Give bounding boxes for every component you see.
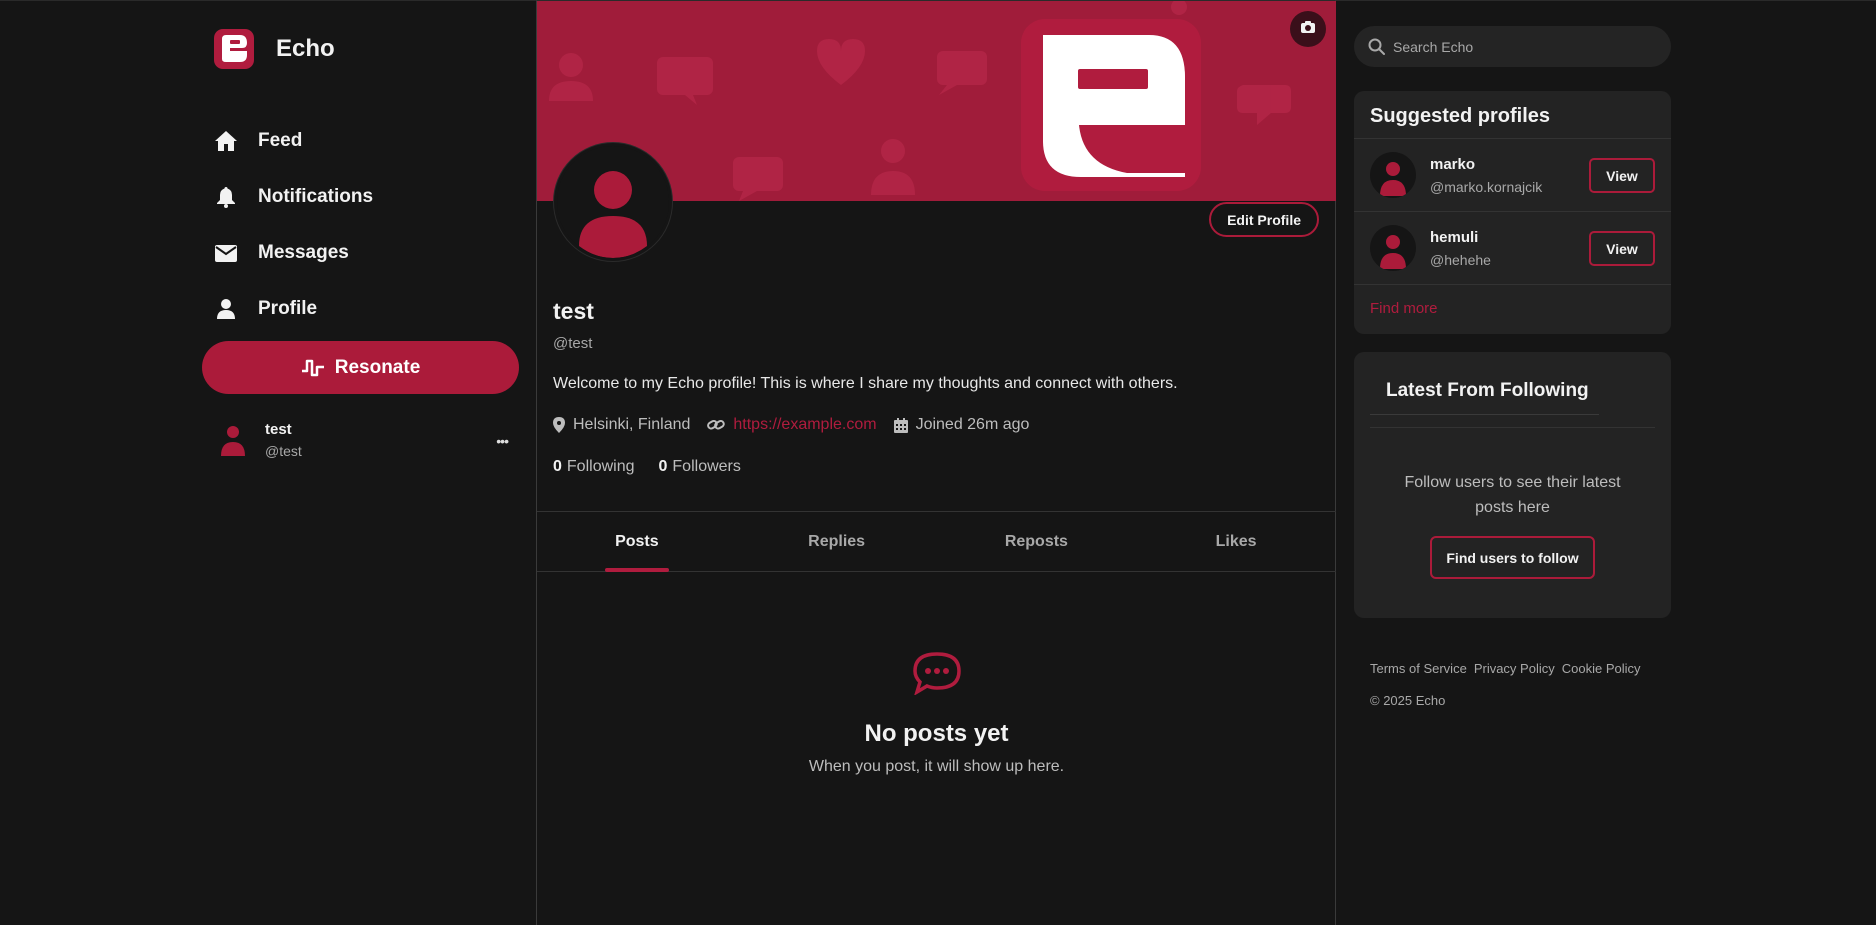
nav-item-label: Notifications	[258, 186, 374, 207]
empty-state-subtitle: When you post, it will show up here.	[808, 758, 1065, 775]
tab-posts[interactable]: Posts	[537, 512, 737, 572]
avatar	[1370, 152, 1416, 198]
profile-meta: Helsinki, Finland https://example.com Jo…	[553, 416, 1046, 434]
suggested-profile-row: hemuli @hehehe View	[1354, 212, 1671, 285]
nav-item-label: Profile	[258, 298, 318, 319]
envelope-icon	[214, 241, 238, 265]
tab-replies[interactable]: Replies	[737, 512, 937, 571]
current-user-name: test	[265, 421, 292, 438]
brand-logo-link[interactable]: Echo	[214, 29, 335, 69]
nav-item-messages[interactable]: Messages	[214, 225, 373, 281]
user-icon	[214, 297, 238, 321]
find-more-link[interactable]: Find more	[1370, 300, 1438, 317]
pulse-icon	[301, 358, 325, 378]
profile-avatar[interactable]	[554, 143, 672, 261]
search-bar[interactable]	[1354, 26, 1671, 67]
suggested-profiles-card: Suggested profiles marko @marko.kornajci…	[1354, 91, 1671, 334]
find-users-button[interactable]: Find users to follow	[1430, 536, 1595, 579]
home-icon	[214, 129, 238, 153]
profile-location: Helsinki, Finland	[553, 416, 690, 434]
view-profile-button[interactable]: View	[1589, 158, 1655, 193]
left-sidebar: Echo Feed Notifications Messages Profile	[0, 0, 536, 925]
profile-name: test	[553, 298, 594, 324]
search-input[interactable]	[1393, 38, 1653, 55]
right-sidebar: Suggested profiles marko @marko.kornajci…	[1336, 0, 1876, 925]
nav-item-label: Messages	[258, 242, 349, 263]
nav-item-profile[interactable]: Profile	[214, 281, 373, 337]
profile-handle: @test	[553, 335, 593, 352]
nav-item-notifications[interactable]: Notifications	[214, 169, 373, 225]
edit-profile-button[interactable]: Edit Profile	[1209, 202, 1319, 237]
resonate-button[interactable]: Resonate	[202, 341, 519, 394]
privacy-link[interactable]: Privacy Policy	[1474, 661, 1555, 676]
followers-link[interactable]: 0 Followers	[659, 458, 741, 476]
suggested-profile-row: marko @marko.kornajcik View	[1354, 139, 1671, 212]
search-icon	[1368, 38, 1385, 55]
camera-icon	[1301, 20, 1315, 38]
link-icon	[707, 420, 726, 430]
suggested-handle: @marko.kornajcik	[1430, 178, 1543, 195]
avatar	[218, 423, 248, 457]
suggested-name: hemuli	[1430, 228, 1479, 246]
footer-links: Terms of Service Privacy Policy Cookie P…	[1370, 661, 1648, 676]
resonate-label: Resonate	[334, 356, 421, 378]
chat-bubble-icon	[912, 652, 961, 696]
nav-item-label: Feed	[258, 130, 303, 151]
profile-website: https://example.com	[707, 416, 877, 434]
nav-item-feed[interactable]: Feed	[214, 113, 373, 169]
section-divider	[1370, 427, 1655, 428]
main-nav: Feed Notifications Messages Profile	[214, 113, 373, 337]
website-link[interactable]: https://example.com	[733, 416, 876, 434]
avatar	[1370, 225, 1416, 271]
suggested-title: Suggested profiles	[1354, 91, 1671, 139]
suggested-name: marko	[1430, 155, 1476, 173]
empty-state-title: No posts yet	[864, 720, 1009, 747]
profile-stats: 0 Following 0 Followers	[553, 458, 765, 476]
calendar-icon	[893, 417, 908, 433]
profile-column: Edit Profile test @test Welcome to my Ec…	[536, 0, 1336, 925]
latest-title: Latest From Following	[1386, 380, 1589, 401]
copyright: © 2025 Echo	[1370, 693, 1446, 708]
current-user-card[interactable]: test @test •••	[218, 421, 509, 459]
suggested-handle: @hehehe	[1430, 251, 1491, 268]
tab-likes[interactable]: Likes	[1136, 512, 1336, 571]
current-user-handle: @test	[265, 443, 302, 459]
latest-following-card: Latest From Following Follow users to se…	[1354, 352, 1671, 618]
tab-reposts[interactable]: Reposts	[937, 512, 1137, 571]
empty-state: No posts yet When you post, it will show…	[537, 651, 1336, 776]
cookie-link[interactable]: Cookie Policy	[1562, 661, 1641, 676]
map-pin-icon	[553, 417, 565, 433]
echo-logo-icon	[214, 29, 254, 69]
view-profile-button[interactable]: View	[1589, 231, 1655, 266]
title-divider	[1370, 414, 1599, 415]
profile-tabs: Posts Replies Reposts Likes	[537, 511, 1336, 572]
bell-icon	[214, 185, 238, 209]
brand-name: Echo	[276, 35, 335, 62]
more-options-button[interactable]: •••	[496, 433, 509, 449]
profile-bio: Welcome to my Echo profile! This is wher…	[553, 375, 1178, 392]
latest-message: Follow users to see their latest posts h…	[1404, 474, 1621, 516]
change-banner-button[interactable]	[1290, 11, 1326, 47]
terms-link[interactable]: Terms of Service	[1370, 661, 1467, 676]
following-link[interactable]: 0 Following	[553, 458, 635, 476]
profile-joined: Joined 26m ago	[893, 416, 1029, 434]
